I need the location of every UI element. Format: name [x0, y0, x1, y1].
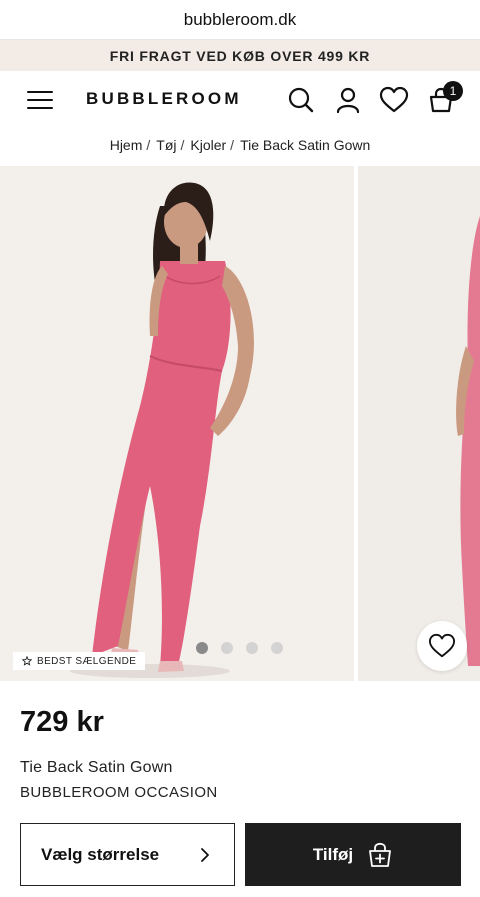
- menu-icon[interactable]: [27, 89, 53, 111]
- chevron-right-icon: [201, 848, 209, 862]
- product-name: Tie Back Satin Gown: [20, 759, 173, 776]
- product-brand[interactable]: BUBBLEROOM OCCASION: [20, 784, 218, 801]
- site-logo[interactable]: BUBBLEROOM: [86, 89, 242, 109]
- url-text: bubbleroom.dk: [183, 9, 297, 29]
- product-image-main[interactable]: BEDST SÆLGENDE: [0, 166, 354, 681]
- promo-text: FRI FRAGT VED KØB OVER 499 KR: [109, 47, 371, 64]
- breadcrumb-dresses[interactable]: Kjoler: [190, 137, 226, 153]
- select-size-button[interactable]: Vælg størrelse: [20, 823, 235, 886]
- bestseller-badge-label: BEDST SÆLGENDE: [37, 655, 137, 667]
- star-icon: [22, 656, 32, 666]
- browser-url-bar[interactable]: bubbleroom.dk: [0, 0, 480, 40]
- add-to-cart-label: Tilføj: [312, 844, 354, 864]
- heart-icon: [428, 633, 455, 658]
- add-to-wishlist-button[interactable]: [417, 621, 467, 671]
- promo-banner: FRI FRAGT VED KØB OVER 499 KR: [0, 40, 480, 71]
- breadcrumb-home[interactable]: Hjem: [110, 137, 143, 153]
- product-price: 729 kr: [20, 706, 104, 738]
- site-header: BUBBLEROOM 1: [0, 71, 480, 129]
- breadcrumb: Hjem / Tøj / Kjoler / Tie Back Satin Gown: [109, 137, 371, 153]
- account-icon[interactable]: [333, 85, 363, 115]
- bestseller-badge: BEDST SÆLGENDE: [13, 652, 146, 670]
- gallery-pagination: [196, 642, 283, 654]
- cart-count-badge: 1: [443, 81, 463, 101]
- wishlist-header-icon[interactable]: [379, 85, 409, 115]
- gallery-dot[interactable]: [271, 642, 283, 654]
- search-icon[interactable]: [286, 85, 316, 115]
- gallery-dot[interactable]: [196, 642, 208, 654]
- product-image-secondary[interactable]: [358, 166, 480, 681]
- gallery-dot[interactable]: [246, 642, 258, 654]
- select-size-label: Vælg størrelse: [41, 844, 160, 864]
- breadcrumb-clothes[interactable]: Tøj: [156, 137, 176, 153]
- breadcrumb-current[interactable]: Tie Back Satin Gown: [240, 137, 370, 153]
- add-to-cart-button[interactable]: Tilføj: [245, 823, 461, 886]
- product-image-gallery[interactable]: BEDST SÆLGENDE: [0, 166, 480, 681]
- gallery-dot[interactable]: [221, 642, 233, 654]
- bag-plus-icon: [369, 842, 392, 867]
